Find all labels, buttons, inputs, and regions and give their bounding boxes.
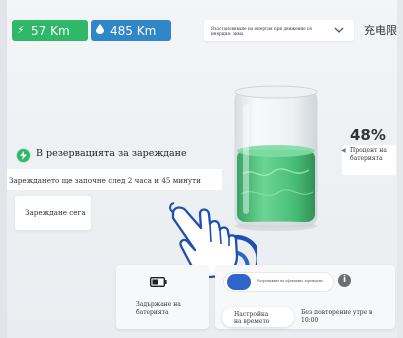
keep-battery-label: Задържане на батерията (136, 301, 181, 316)
caret-left-icon: ◀ (341, 147, 346, 154)
efficient-charging-label: Разрешаване на ефективно зареждане (257, 279, 323, 283)
bezel-right (397, 0, 403, 338)
energy-recovery-select-value: Възстановяване на енергия при движение п… (211, 26, 313, 36)
range-chip-blue: 485 Km (91, 20, 171, 41)
info-icon[interactable]: i (338, 274, 351, 287)
toggle-knob[interactable] (227, 274, 251, 290)
range-green-value: 57 Km (31, 23, 70, 38)
water-drop-icon (91, 24, 109, 37)
repeat-schedule-text: Без повторение утре в 10:00 (301, 309, 373, 324)
charging-screen: ⚡ 57 Km 485 Km Възстановяване на енергия… (0, 0, 403, 338)
lightning-icon: ⚡ (17, 25, 25, 36)
time-setting-label: Настройка на времето (234, 311, 270, 325)
battery-icon (150, 277, 167, 287)
bezel-left (0, 0, 7, 338)
time-setting-button[interactable]: Настройка на времето (222, 307, 294, 327)
battery-percent-label: Процент на батерията (350, 147, 387, 162)
range-blue-value: 485 Km (110, 23, 157, 38)
schedule-text: Зареждането ще започне след 2 часа и 45 … (9, 176, 201, 185)
keep-battery-card[interactable]: Задържане на батерията (116, 265, 209, 329)
reservation-title: В резервацията за зареждане (36, 148, 187, 159)
range-chip-green: ⚡ 57 Km (12, 20, 88, 41)
charge-limit-tab[interactable]: 充电限 (364, 20, 403, 41)
charging-clock-icon (16, 148, 31, 163)
energy-recovery-select[interactable]: Възстановяване на енергия при движение п… (204, 20, 354, 41)
chevron-down-icon[interactable] (332, 24, 346, 36)
charge-now-label: Зареждане сега (25, 208, 86, 217)
battery-percent: 48% (350, 126, 386, 144)
charge-now-button[interactable]: Зареждане сега (15, 196, 91, 230)
